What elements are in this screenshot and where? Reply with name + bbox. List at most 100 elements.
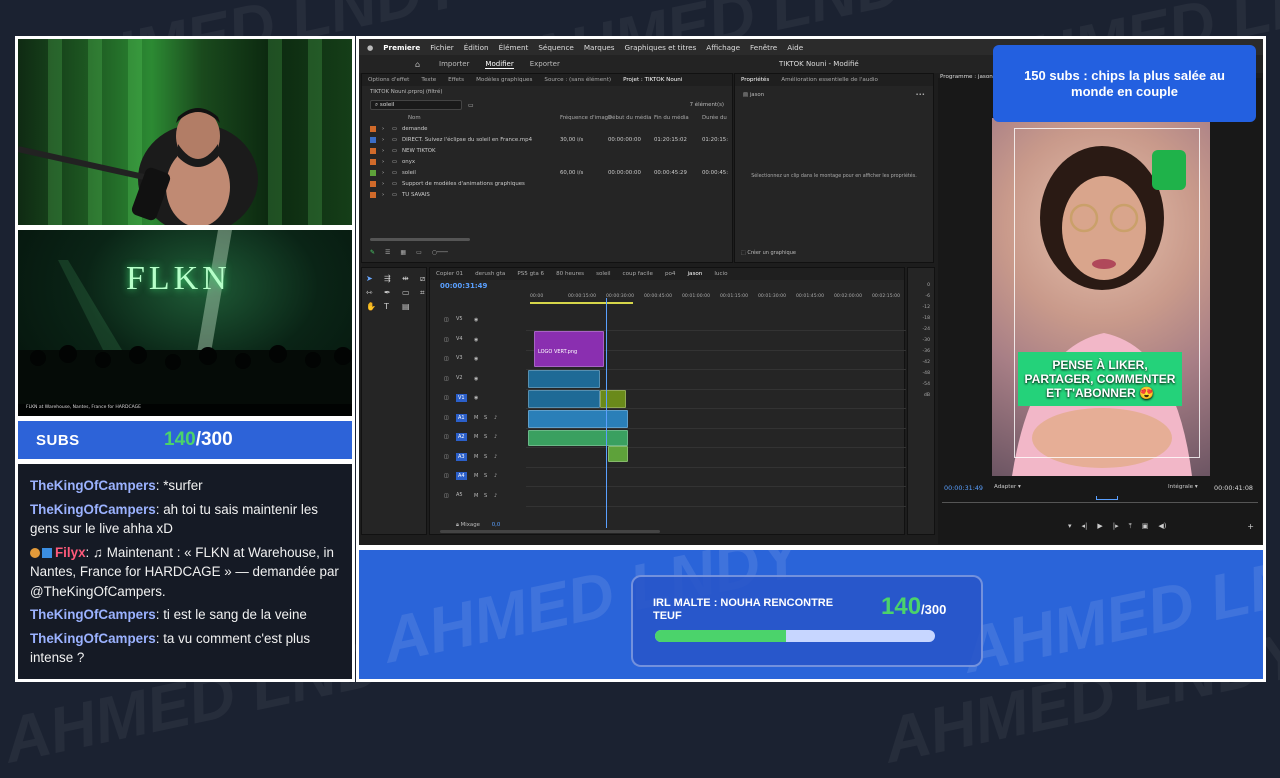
add-button[interactable]: + bbox=[1247, 522, 1254, 531]
tab-importer[interactable]: Importer bbox=[439, 60, 469, 68]
expand-icon[interactable]: › bbox=[382, 159, 384, 165]
track-label[interactable]: V3 bbox=[456, 355, 463, 361]
timeline-clip[interactable] bbox=[528, 430, 628, 446]
lock-icon[interactable]: ◫ bbox=[444, 473, 449, 479]
col-fps[interactable]: Fréquence d'image bbox=[560, 115, 611, 121]
track-label[interactable]: V4 bbox=[456, 336, 463, 342]
selection-tool-icon[interactable]: ➤ bbox=[366, 274, 380, 284]
eye-icon[interactable]: ◉ bbox=[474, 317, 478, 323]
track-header[interactable]: ◫ V3 ◉ bbox=[430, 351, 526, 369]
mute-icon[interactable]: M bbox=[474, 493, 478, 499]
tab-modifier[interactable]: Modifier bbox=[485, 60, 514, 69]
playhead[interactable] bbox=[606, 298, 607, 528]
solo-icon[interactable]: S bbox=[484, 473, 487, 479]
fit-dropdown[interactable]: Adapter ▾ bbox=[994, 484, 1021, 490]
col-name[interactable]: Nom bbox=[408, 115, 421, 121]
track-label[interactable]: V2 bbox=[456, 375, 463, 381]
mix-value[interactable]: 0,0 bbox=[492, 522, 501, 528]
export-frame-icon[interactable]: ▣ bbox=[1142, 522, 1149, 531]
lock-icon[interactable]: ◫ bbox=[444, 337, 449, 343]
lock-icon[interactable]: ◫ bbox=[444, 415, 449, 421]
work-area-bar[interactable] bbox=[530, 302, 633, 304]
mute-icon[interactable]: M bbox=[474, 434, 478, 440]
lift-icon[interactable]: ⤒ bbox=[1129, 522, 1132, 531]
expand-icon[interactable]: › bbox=[382, 126, 384, 132]
project-item[interactable]: › ▭ NEW TIKTOK bbox=[362, 145, 732, 156]
track-label[interactable]: V1 bbox=[456, 394, 467, 402]
chat-username[interactable]: TheKingOfCampers bbox=[30, 607, 156, 622]
lock-icon[interactable]: ◫ bbox=[444, 356, 449, 362]
tab-text[interactable]: Texte bbox=[421, 77, 436, 83]
chat-username[interactable]: TheKingOfCampers bbox=[30, 478, 156, 493]
tab-effects[interactable]: Effets bbox=[448, 77, 464, 83]
eye-icon[interactable]: ◉ bbox=[474, 376, 478, 382]
sequence-tab[interactable]: soleil bbox=[596, 271, 610, 277]
project-item[interactable]: › ▭ onyx bbox=[362, 156, 732, 167]
mute-icon[interactable]: M bbox=[474, 415, 478, 421]
sequence-tab[interactable]: derush gta bbox=[475, 271, 505, 277]
tab-exporter[interactable]: Exporter bbox=[530, 60, 560, 68]
create-graphic-button[interactable]: ⬚ Créer un graphique bbox=[741, 250, 796, 256]
sequence-tab[interactable]: lucio bbox=[714, 271, 727, 277]
sequence-tab[interactable]: 80 heures bbox=[556, 271, 584, 277]
playhead-marker[interactable] bbox=[1096, 496, 1118, 500]
tab-project[interactable]: Projet : TIKTOK Nouni bbox=[623, 77, 682, 83]
track-label[interactable]: A5 bbox=[456, 492, 463, 498]
project-item[interactable]: › ▭ DIRECT. Suivez l'éclipse du soleil e… bbox=[362, 134, 732, 145]
solo-icon[interactable]: S bbox=[484, 454, 487, 460]
sequence-tab[interactable]: coup facile bbox=[623, 271, 653, 277]
hand-tool-icon[interactable]: ✋ bbox=[366, 302, 380, 311]
lock-icon[interactable]: ◫ bbox=[444, 493, 449, 499]
solo-icon[interactable]: S bbox=[484, 493, 487, 499]
expand-icon[interactable]: › bbox=[382, 170, 384, 176]
tab-audio-enhance[interactable]: Amélioration essentielle de l'audio bbox=[781, 77, 878, 83]
tab-graphic-templates[interactable]: Modèles graphiques bbox=[476, 77, 532, 83]
play-icon[interactable]: ▶ bbox=[1097, 522, 1102, 531]
project-item[interactable]: › ▭ TU SAVAIS bbox=[362, 189, 732, 200]
menu-item[interactable]: Graphiques et titres bbox=[625, 43, 697, 52]
lock-icon[interactable]: ◫ bbox=[444, 317, 449, 323]
expand-icon[interactable]: › bbox=[382, 137, 384, 143]
menu-item[interactable]: Affichage bbox=[706, 43, 740, 52]
mic-icon[interactable]: ♪ bbox=[494, 493, 497, 499]
home-icon[interactable]: ⌂ bbox=[415, 60, 420, 69]
col-duration[interactable]: Durée du bbox=[702, 115, 727, 121]
timeline-clip[interactable] bbox=[528, 370, 600, 388]
rectangle-tool-icon[interactable]: ▭ bbox=[402, 288, 416, 298]
solo-icon[interactable]: S bbox=[484, 415, 487, 421]
horizontal-scrollbar[interactable] bbox=[440, 530, 660, 533]
project-item[interactable]: › ▭ demande bbox=[362, 123, 732, 134]
eye-icon[interactable]: ◉ bbox=[474, 356, 478, 362]
track-header[interactable]: ◫ V5 ◉ bbox=[430, 312, 526, 330]
lock-icon[interactable]: ◫ bbox=[444, 434, 449, 440]
menu-item[interactable]: Fenêtre bbox=[750, 43, 777, 52]
list-view-icon[interactable]: ☰ bbox=[385, 249, 390, 256]
menu-item[interactable]: Fichier bbox=[430, 43, 454, 52]
expand-icon[interactable]: › bbox=[382, 181, 384, 187]
chat-username[interactable]: TheKingOfCampers bbox=[30, 502, 156, 517]
ripple-edit-icon[interactable]: ⇹ bbox=[402, 274, 416, 284]
track-header[interactable]: ◫ A2 M S ♪ bbox=[430, 429, 526, 447]
grid-view-icon[interactable]: ▦ bbox=[400, 249, 406, 256]
quality-dropdown[interactable]: Intégrale ▾ bbox=[1168, 484, 1198, 490]
sequence-tab[interactable]: Copier 01 bbox=[436, 271, 463, 277]
expand-icon[interactable]: › bbox=[382, 192, 384, 198]
type-tool-icon[interactable]: T bbox=[384, 302, 398, 311]
folder-icon[interactable]: ▭ bbox=[468, 102, 474, 109]
menu-item[interactable]: Élément bbox=[499, 43, 529, 52]
pencil-icon[interactable]: ✎ bbox=[370, 249, 375, 256]
project-search-input[interactable]: ⌕ soleil bbox=[370, 100, 462, 110]
tab-properties[interactable]: Propriétés bbox=[741, 77, 769, 83]
more-icon[interactable]: ••• bbox=[915, 92, 925, 98]
menu-item[interactable]: Édition bbox=[464, 43, 489, 52]
lock-icon[interactable]: 🔒︎ bbox=[456, 522, 459, 528]
tab-source[interactable]: Source : (sans élément) bbox=[544, 77, 611, 83]
caption-tool-icon[interactable]: ▤ bbox=[402, 302, 416, 311]
zoom-slider[interactable]: ○─── bbox=[432, 249, 448, 256]
sequence-tab[interactable]: PS5 gta 6 bbox=[517, 271, 544, 277]
col-end[interactable]: Fin du média bbox=[654, 115, 689, 121]
track-label[interactable]: A1 bbox=[456, 413, 467, 422]
mic-icon[interactable]: ♪ bbox=[494, 415, 497, 421]
track-label[interactable]: V5 bbox=[456, 316, 463, 322]
chat-username[interactable]: TheKingOfCampers bbox=[30, 631, 156, 646]
